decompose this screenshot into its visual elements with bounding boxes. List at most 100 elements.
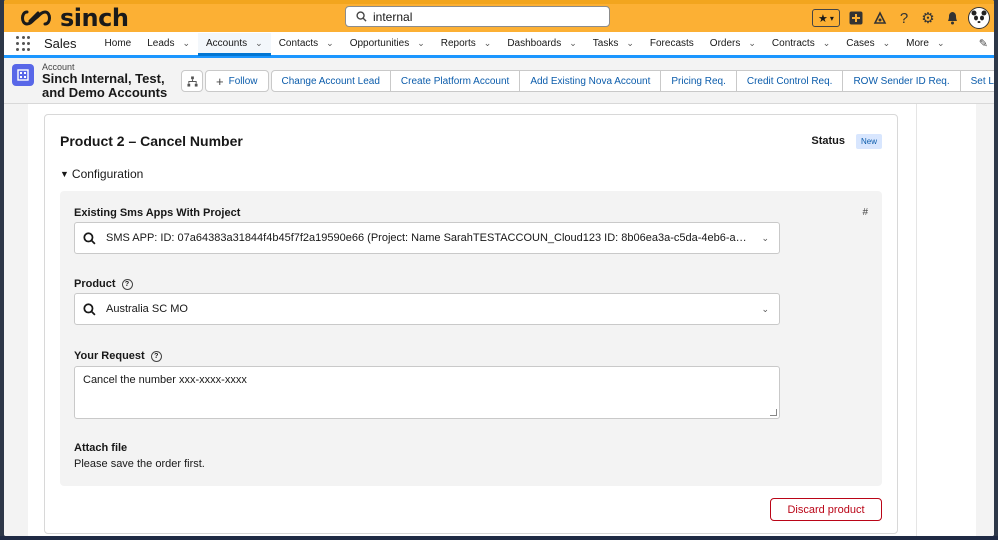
chevron-down-icon[interactable]: ⌄: [823, 38, 831, 49]
nav-item-cases[interactable]: Cases ⌄: [838, 32, 898, 55]
chevron-down-icon[interactable]: ⌄: [569, 38, 577, 49]
discard-product-button[interactable]: Discard product: [770, 498, 882, 521]
nav-item-label: Home: [104, 38, 132, 49]
nav-item-orders[interactable]: Orders ⌄: [702, 32, 764, 55]
favorites-button[interactable]: ★ ▾: [812, 9, 840, 27]
action-button-change-account-lead[interactable]: Change Account Lead: [270, 70, 391, 92]
chevron-down-icon[interactable]: ⌄: [748, 38, 756, 49]
configuration-toggle[interactable]: ▼ Configuration: [60, 167, 143, 181]
request-textarea[interactable]: Cancel the number xxx-xxxx-xxxx: [74, 366, 780, 419]
chevron-down-icon[interactable]: ⌄: [484, 38, 492, 49]
app-launcher-icon[interactable]: [16, 35, 32, 52]
resize-handle[interactable]: [770, 409, 777, 416]
plus-icon: +: [216, 73, 224, 89]
nav-item-label: Contacts: [278, 38, 319, 49]
request-value: Cancel the number xxx-xxxx-xxxx: [83, 374, 247, 386]
chevron-down-icon[interactable]: ⌄: [255, 38, 263, 49]
sinch-logo[interactable]: sinch: [18, 4, 129, 32]
sms-apps-label: Existing Sms Apps With Project: [74, 207, 241, 219]
nav-item-leads[interactable]: Leads ⌄: [139, 32, 198, 55]
chevron-down-icon: ⌄: [761, 304, 769, 314]
nav-item-accounts[interactable]: Accounts ⌄: [198, 33, 271, 56]
nav-item-home[interactable]: Home: [97, 32, 140, 55]
help-icon[interactable]: ?: [121, 278, 133, 290]
app-nav-bar: Sales Home Leads ⌄ Accounts ⌄ Contacts ⌄ Opport…: [4, 32, 994, 58]
nav-item-contracts[interactable]: Contracts ⌄: [764, 32, 838, 55]
action-button-row-sender-id-req[interactable]: ROW Sender ID Req.: [842, 70, 961, 92]
caret-down-icon: ▼: [60, 169, 69, 179]
status-label: Status: [811, 135, 845, 147]
nav-item-reports[interactable]: Reports ⌄: [433, 32, 500, 55]
app-name: Sales: [44, 36, 77, 51]
nav-item-tasks[interactable]: Tasks ⌄: [585, 32, 642, 55]
search-icon: [83, 302, 96, 316]
action-button-group: Change Account Lead Create Platform Accou…: [270, 70, 994, 92]
hierarchy-button[interactable]: [181, 70, 203, 92]
main-content: Product 2 – Cancel Number Status New ▼ C…: [4, 104, 994, 536]
trailhead-icon[interactable]: [872, 10, 888, 26]
user-avatar[interactable]: [968, 7, 990, 29]
sms-apps-value: SMS APP: ID: 07a64383a31844f4b45f7f2a195…: [106, 232, 751, 244]
record-title: Sinch Internal, Test, and Demo Accounts: [42, 71, 168, 100]
nav-item-label: Leads: [147, 38, 175, 49]
header-utilities: ★ ▾ ? ⚙: [812, 4, 990, 32]
nav-item-label: Cases: [846, 38, 875, 49]
chevron-down-icon[interactable]: ⌄: [626, 38, 634, 49]
request-label-row: Your Request ?: [74, 350, 162, 362]
attach-file-label: Attach file: [74, 442, 128, 454]
nav-item-contacts[interactable]: Contacts ⌄: [271, 32, 342, 55]
product-label: Product: [74, 278, 116, 290]
help-icon[interactable]: ?: [150, 350, 162, 362]
star-icon: ★: [818, 12, 828, 25]
attach-file-note: Please save the order first.: [74, 458, 205, 470]
chevron-down-icon[interactable]: ⌄: [182, 38, 190, 49]
chevron-down-icon: ▾: [829, 13, 834, 23]
product-combobox[interactable]: Australia SC MO ⌄: [74, 293, 780, 325]
product-title: Product 2 – Cancel Number: [60, 133, 243, 149]
gear-icon[interactable]: ⚙: [920, 10, 936, 27]
configuration-label: Configuration: [71, 167, 144, 181]
nav-item-dashboards[interactable]: Dashboards ⌄: [499, 32, 584, 55]
nav-item-more[interactable]: More ⌄: [898, 32, 952, 55]
hash-marker: #: [862, 207, 868, 218]
nav-item-opportunities[interactable]: Opportunities ⌄: [342, 32, 433, 55]
edit-nav-icon[interactable]: ✎: [979, 37, 988, 50]
help-icon[interactable]: ?: [896, 10, 912, 27]
chevron-down-icon[interactable]: ⌄: [417, 38, 425, 49]
chevron-down-icon: ⌄: [761, 233, 769, 243]
chevron-down-icon[interactable]: ⌄: [937, 38, 945, 49]
sms-apps-combobox[interactable]: SMS APP: ID: 07a64383a31844f4b45f7f2a195…: [74, 222, 780, 254]
nav-item-label: Forecasts: [649, 38, 694, 49]
record-actions: + Follow Change Account Lead Create Platf…: [181, 70, 994, 92]
request-label: Your Request: [74, 350, 145, 362]
record-header: Account Sinch Internal, Test, and Demo A…: [4, 58, 994, 104]
action-button-pricing-req[interactable]: Pricing Req.: [660, 70, 737, 92]
nav-items: Home Leads ⌄ Accounts ⌄ Contacts ⌄ Opportunitie…: [97, 31, 953, 56]
action-button-add-existing-nova-account[interactable]: Add Existing Nova Account: [519, 70, 662, 92]
chevron-down-icon[interactable]: ⌄: [883, 38, 891, 49]
search-value: internal: [373, 9, 413, 24]
action-button-credit-control-req[interactable]: Credit Control Req.: [735, 70, 844, 92]
logo-text: sinch: [60, 4, 129, 32]
follow-button[interactable]: + Follow: [205, 70, 269, 92]
hierarchy-icon: [186, 75, 198, 87]
configuration-panel: Existing Sms Apps With Project # SMS APP…: [60, 191, 882, 486]
search-icon: [356, 11, 367, 22]
right-panel: [916, 104, 976, 536]
chevron-down-icon[interactable]: ⌄: [326, 38, 334, 49]
nav-item-label: Opportunities: [349, 38, 410, 49]
global-search-input[interactable]: internal: [345, 6, 610, 27]
product-label-row: Product ?: [74, 278, 133, 290]
nav-item-label: Contracts: [771, 38, 815, 49]
account-icon: [12, 64, 34, 86]
nav-item-label: Reports: [440, 38, 476, 49]
bell-icon[interactable]: [944, 10, 960, 26]
product-value: Australia SC MO: [106, 303, 188, 315]
global-header: sinch internal ★ ▾ ? ⚙: [4, 0, 994, 32]
sinch-logo-icon: [21, 10, 51, 26]
nav-item-forecasts[interactable]: Forecasts: [642, 32, 702, 55]
search-icon: [83, 231, 96, 245]
action-button-create-platform-account[interactable]: Create Platform Account: [389, 70, 521, 92]
global-actions-icon[interactable]: [848, 10, 864, 26]
action-button-set-live[interactable]: Set Live: [959, 70, 994, 92]
